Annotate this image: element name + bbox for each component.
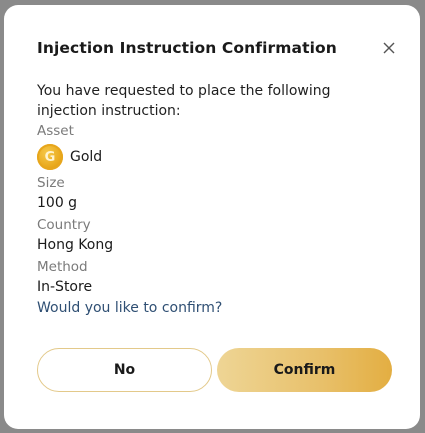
size-value: 100 g bbox=[37, 195, 78, 211]
intro-text: You have requested to place the followin… bbox=[37, 83, 331, 119]
coin-letter: G bbox=[44, 149, 56, 165]
size-label: Size bbox=[37, 175, 65, 191]
dialog-title: Injection Instruction Confirmation bbox=[37, 39, 337, 57]
method-value: In-Store bbox=[37, 279, 93, 295]
country-value: Hong Kong bbox=[37, 237, 114, 253]
asset-label: Asset bbox=[37, 123, 74, 139]
confirm-button[interactable]: Confirm bbox=[217, 348, 392, 392]
method-label: Method bbox=[37, 259, 88, 275]
country-label: Country bbox=[37, 217, 91, 233]
no-button[interactable]: No bbox=[37, 348, 212, 392]
close-icon[interactable] bbox=[379, 38, 399, 58]
confirmation-dialog: Injection Instruction Confirmation You h… bbox=[4, 5, 420, 429]
gold-coin-icon: G bbox=[37, 144, 63, 170]
confirm-question: Would you like to confirm? bbox=[37, 300, 223, 316]
asset-row: G Gold bbox=[37, 144, 102, 170]
asset-value: Gold bbox=[70, 149, 103, 165]
